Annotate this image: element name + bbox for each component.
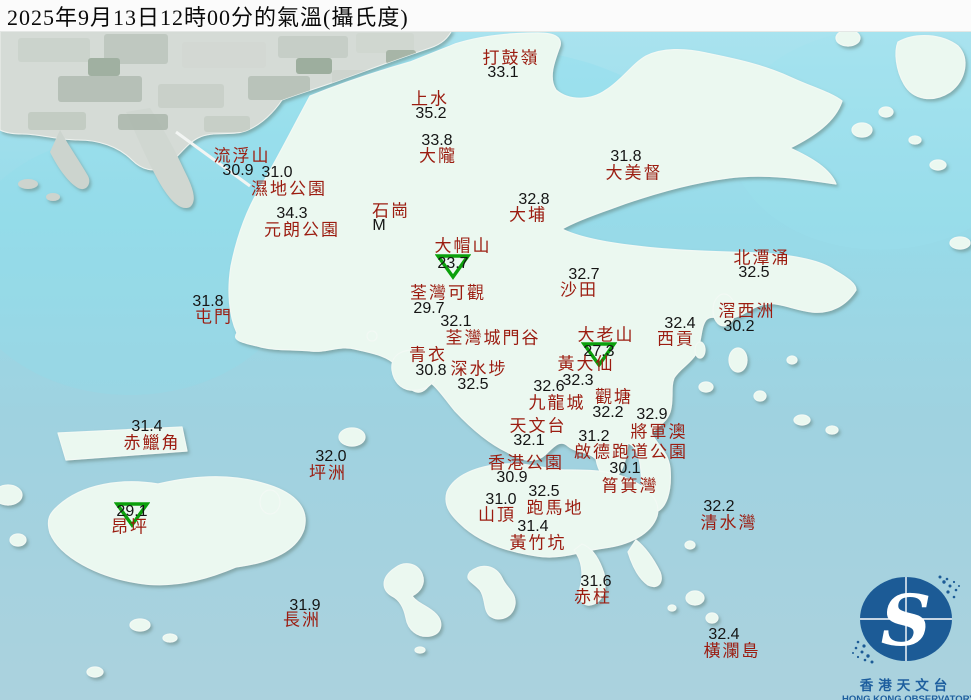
- station-name: 大帽山: [434, 236, 492, 256]
- station-name: 滘西洲: [718, 301, 776, 321]
- station-temperature-value: 32.8: [518, 191, 550, 208]
- station-temperature-value: 32.6: [533, 378, 565, 395]
- station-name: 大美督: [605, 163, 663, 183]
- station-temperature-value: 32.7: [568, 266, 600, 283]
- page-title: 2025年9月13日12時00分的氣溫(攝氏度): [7, 4, 409, 30]
- station-name: 荃灣城門谷: [445, 328, 541, 348]
- hko-logo: S 香港天文台 HONG KONG OBSERVATORY: [842, 572, 971, 700]
- station-temperature-value: 34.3: [276, 205, 308, 222]
- station-name: 黃竹坑: [509, 533, 567, 553]
- station-temperature-value: 30.8: [415, 362, 447, 379]
- station-name: 西貢: [657, 329, 695, 349]
- station-name: 長洲: [283, 610, 321, 630]
- station-temperature-value: 31.2: [578, 428, 610, 445]
- station-name: 屯門: [195, 307, 233, 327]
- station-temperature-value: 32.1: [513, 432, 545, 449]
- station-temperature-value: 32.4: [708, 626, 740, 643]
- station-name: 觀塘: [595, 387, 633, 407]
- station-temperature-value: 31.8: [192, 293, 224, 310]
- station-temperature-value: 31.6: [580, 573, 612, 590]
- hko-logo-chinese-name: 香港天文台: [859, 678, 953, 693]
- station-temperature-value: 31.0: [261, 164, 293, 181]
- station-name: 跑馬地: [526, 498, 584, 518]
- station-temperature-value: 29.1: [116, 503, 148, 520]
- station-temperature-value: 30.9: [496, 469, 528, 486]
- station-temperature-value: 31.4: [517, 518, 549, 535]
- station-temperature-value: 32.2: [703, 498, 735, 515]
- station-name: 赤柱: [574, 587, 612, 607]
- station-name: 青衣: [409, 345, 447, 365]
- station-temperature-value: 35.2: [415, 105, 447, 122]
- station-name: 筲箕灣: [601, 476, 659, 496]
- station-labels-layer: 打鼓嶺 33.1 上水 35.2 大隴 33.8 流浮山 30.9 濕地公園 31.0 大美督 31.…: [0, 0, 971, 700]
- title-bar: 2025年9月13日12時00分的氣溫(攝氏度): [0, 0, 971, 32]
- station-name: 清水灣: [700, 513, 758, 533]
- station-temperature-value: 33.8: [421, 132, 453, 149]
- station-temperature-value: 32.0: [315, 448, 347, 465]
- station-name: 黃大仙: [557, 354, 615, 374]
- station-temperature-value: 32.9: [636, 406, 668, 423]
- station-temperature-value: 31.8: [610, 148, 642, 165]
- station-temperature-value: 23.7: [437, 255, 469, 272]
- hko-logo-english-name: HONG KONG OBSERVATORY: [842, 694, 971, 700]
- station-temperature-value: M: [372, 217, 386, 234]
- station-temperature-value: 32.1: [440, 313, 472, 330]
- station-name: 九龍城: [528, 393, 586, 413]
- station-name: 將軍澳: [630, 422, 688, 442]
- temperature-map-screen: 2025年9月13日12時00分的氣溫(攝氏度) 打鼓嶺 33.1 上水 35.2 大隴…: [0, 0, 971, 700]
- station-name: 大埔: [509, 205, 547, 225]
- station-name: 昂坪: [111, 517, 149, 537]
- station-name: 坪洲: [309, 463, 347, 483]
- station-temperature-value: 31.9: [289, 597, 321, 614]
- station-temperature-value: 32.4: [664, 315, 696, 332]
- svg-text:S: S: [881, 579, 932, 662]
- station-name: 赤鱲角: [123, 433, 181, 453]
- station-temperature-value: 31.4: [131, 418, 163, 435]
- station-name: 山頂: [478, 505, 516, 525]
- hko-logo-icon: S: [852, 575, 960, 664]
- station-temperature-value: 32.5: [457, 376, 489, 393]
- station-temperature-value: 32.5: [528, 483, 560, 500]
- station-temperature-value: 33.1: [487, 64, 519, 81]
- station-name: 沙田: [560, 280, 598, 300]
- station-name: 啟德跑道公園: [574, 442, 688, 462]
- station-name: 元朗公園: [264, 220, 340, 240]
- station-temperature-value: 30.9: [222, 162, 254, 179]
- station-name: 深水埗: [450, 359, 508, 379]
- station-temperature-value: 31.0: [485, 491, 517, 508]
- station-name: 橫瀾島: [703, 641, 761, 661]
- station-temperature-value: 32.3: [562, 372, 594, 389]
- station-name: 大隴: [419, 146, 457, 166]
- station-temperature-value: 30.1: [609, 460, 641, 477]
- station-temperature-value: 32.2: [592, 404, 624, 421]
- station-name: 濕地公園: [251, 179, 327, 199]
- station-temperature-value: 30.2: [723, 318, 755, 335]
- station-name: 大老山: [577, 325, 635, 345]
- station-temperature-value: 32.5: [738, 264, 770, 281]
- station-name: 荃灣可觀: [410, 283, 486, 303]
